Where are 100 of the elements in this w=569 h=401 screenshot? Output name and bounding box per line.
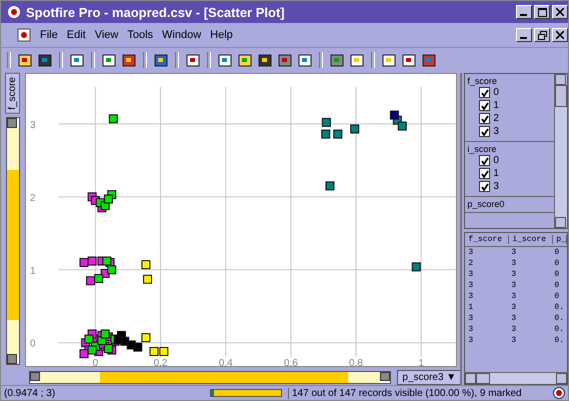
app-logo-icon xyxy=(7,5,21,19)
checkbox-label: 3 xyxy=(493,126,499,137)
column-header[interactable]: p_ xyxy=(553,235,567,244)
table-cell-text: 3 xyxy=(510,281,518,290)
close-icon xyxy=(556,8,564,16)
data-point xyxy=(142,260,151,270)
tick-label: 0 xyxy=(30,338,36,350)
data-point xyxy=(390,110,400,120)
menu-item[interactable]: View xyxy=(94,29,118,41)
checkbox[interactable] xyxy=(479,155,490,166)
checkbox[interactable] xyxy=(479,168,490,179)
data-point xyxy=(101,329,110,338)
tick-label: 1 xyxy=(30,266,36,277)
checkbox[interactable] xyxy=(479,87,490,98)
table-cell-text: 3 xyxy=(510,303,518,312)
menu-item[interactable]: Tools xyxy=(127,29,154,41)
tick-label: 0.2 xyxy=(154,358,168,368)
close-icon xyxy=(556,31,564,39)
table-cell-text: 3 xyxy=(510,325,518,334)
table-cell-text: 3 xyxy=(510,314,518,323)
data-point xyxy=(134,342,143,352)
data-point xyxy=(80,258,89,267)
close-button[interactable] xyxy=(552,5,568,19)
minimize-button[interactable] xyxy=(516,28,532,42)
table-cell-text: 0 xyxy=(553,248,560,257)
column-header[interactable]: i_score xyxy=(509,235,554,244)
data-point xyxy=(84,334,94,344)
checkbox[interactable] xyxy=(479,181,490,192)
records-status: 147 out of 147 records visible (100.00 %), 9 marked xyxy=(288,388,547,398)
table-cell-text: 3 xyxy=(467,292,474,301)
checkbox-label: 3 xyxy=(493,181,499,192)
table-cell-text: 0 xyxy=(553,281,560,290)
y-axis-selector[interactable]: f_score xyxy=(5,73,20,114)
tick-label: 0.4 xyxy=(219,358,234,368)
table-cell-text: 0. xyxy=(553,336,565,345)
table-cell-text: 2 xyxy=(467,259,474,268)
tick-label: 0.6 xyxy=(284,358,298,368)
data-point xyxy=(322,130,331,139)
table-cell-text: 3 xyxy=(467,248,474,257)
tick-label: 0 xyxy=(93,358,99,368)
data-point xyxy=(88,256,98,266)
checkbox-label: 0 xyxy=(493,155,499,166)
data-point xyxy=(104,194,114,204)
checkbox[interactable] xyxy=(479,113,490,124)
table-cell-text: 3 xyxy=(467,325,474,334)
minimize-button[interactable] xyxy=(516,5,532,19)
horizontal-scrollbar[interactable] xyxy=(465,372,567,384)
checkbox-label: 1 xyxy=(493,168,499,179)
restore-icon xyxy=(538,30,546,40)
table-cell-text: 0. xyxy=(553,314,565,323)
checkbox-label: 1 xyxy=(493,100,499,111)
document-icon[interactable] xyxy=(17,28,31,42)
menu-item[interactable]: File xyxy=(40,29,58,41)
checkbox[interactable] xyxy=(479,126,490,137)
table-cell-text: 3 xyxy=(510,292,518,301)
maximize-button[interactable] xyxy=(534,5,550,19)
menu-item[interactable]: Help xyxy=(210,29,233,41)
close-button[interactable] xyxy=(552,28,568,42)
menu-item[interactable]: Edit xyxy=(66,29,86,41)
table-cell-text: 3 xyxy=(467,270,474,279)
filter-title: p_score0 xyxy=(467,199,506,209)
tick-label: 2 xyxy=(30,192,36,204)
data-point xyxy=(350,124,360,134)
filter-title: f_score xyxy=(467,76,498,86)
target-icon xyxy=(553,387,565,399)
data-point xyxy=(326,181,335,190)
data-point xyxy=(160,347,169,356)
table-cell-text: 0 xyxy=(553,270,560,279)
table-cell-text: 3 xyxy=(510,259,518,268)
menu-item[interactable]: Window xyxy=(162,29,202,41)
data-point xyxy=(142,333,151,342)
filter-title: i_score xyxy=(467,144,498,154)
data-point xyxy=(143,274,152,284)
data-point xyxy=(322,118,332,127)
restore-button[interactable] xyxy=(534,28,550,42)
cursor-coordinates: (0.9474 ; 3) xyxy=(4,388,56,398)
data-point xyxy=(102,256,112,266)
table-cell-text: 3 xyxy=(467,281,474,290)
column-header[interactable]: f_score xyxy=(465,235,510,244)
tick-label: 0.8 xyxy=(349,358,364,368)
checkbox[interactable] xyxy=(479,100,490,111)
checkbox-label: 2 xyxy=(493,113,499,124)
x-axis-selector[interactable]: p_score3 ▼ xyxy=(397,370,462,385)
table-cell-text: 3 xyxy=(467,314,474,323)
data-point xyxy=(108,265,117,274)
data-point xyxy=(86,276,96,286)
data-point xyxy=(88,346,98,355)
data-point xyxy=(412,262,422,272)
table-cell-text: 0. xyxy=(553,303,565,312)
data-point xyxy=(94,274,104,284)
table-cell-text: 3 xyxy=(510,336,518,345)
data-point xyxy=(80,349,89,358)
data-point xyxy=(109,114,118,124)
table-cell-text: 3 xyxy=(510,270,518,279)
table-cell-text: 1 xyxy=(467,303,474,312)
tick-label: 3 xyxy=(30,120,36,131)
vertical-scrollbar[interactable] xyxy=(554,74,567,228)
data-point xyxy=(104,344,114,354)
window-title: Spotfire Pro - maopred.csv - [Scatter Plot] xyxy=(26,4,285,20)
data-point xyxy=(334,130,343,139)
